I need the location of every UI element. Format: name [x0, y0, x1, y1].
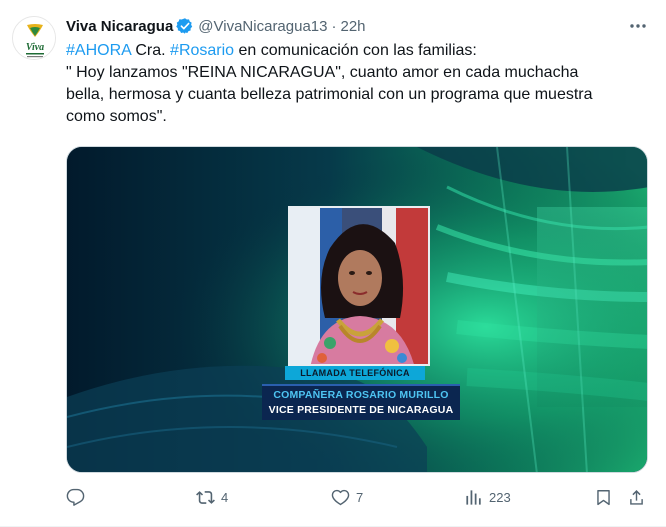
more-button[interactable] [626, 16, 650, 36]
tweet-text-line-1: #AHORA Cra. #Rosario en comunicación con… [66, 40, 650, 62]
avatar-label: Viva [25, 42, 45, 53]
reply-icon [66, 488, 85, 506]
caption-call-label: LLAMADA TELEFÓNICA [285, 366, 425, 380]
like-icon [331, 489, 350, 505]
speaker-portrait [290, 208, 428, 364]
text-fragment: en comunicación con las familias: [234, 42, 477, 59]
view-count: 223 [489, 489, 511, 505]
tweet-text-line-4: como somos". [66, 108, 167, 125]
share-icon [630, 489, 643, 505]
avatar[interactable]: Viva [12, 16, 56, 60]
retweet-button[interactable]: 4 [196, 484, 228, 510]
tweet-media[interactable]: LLAMADA TELEFÓNICA COMPAÑERA ROSARIO MUR… [66, 146, 648, 473]
reply-button[interactable] [66, 484, 91, 510]
tweet-text-line-3: bella, hermosa y cuanta belleza patrimon… [66, 86, 593, 103]
like-button[interactable]: 7 [331, 484, 363, 510]
viva-logo-icon [13, 17, 55, 59]
handle[interactable]: @VivaNicaragua13 [198, 18, 327, 35]
bookmark-button[interactable] [594, 484, 613, 510]
views-button[interactable]: 223 [464, 484, 511, 510]
separator-dot: · [331, 17, 337, 35]
verified-badge-icon [176, 18, 193, 34]
timestamp[interactable]: 22h [341, 18, 366, 35]
tweet-text: #AHORA Cra. #Rosario en comunicación con… [66, 40, 650, 128]
text-fragment: Cra. [130, 42, 171, 59]
hashtag-ahora[interactable]: #AHORA [66, 42, 131, 59]
display-name[interactable]: Viva Nicaragua [66, 18, 173, 35]
bookmark-icon [597, 489, 610, 505]
caption-speaker-title: VICE PRESIDENTE DE NICARAGUA [268, 404, 454, 416]
retweet-count: 4 [221, 489, 229, 505]
more-icon [630, 24, 646, 28]
tweet-header: Viva Nicaragua @VivaNicaragua13 · 22h [66, 16, 366, 36]
tweet-text-line-2: " Hoy lanzamos "REINA NICARAGUA", cuanto… [66, 64, 579, 81]
action-bar: 4 7 223 [66, 484, 650, 510]
like-count: 7 [356, 489, 364, 505]
caption-lower-third: COMPAÑERA ROSARIO MURILLO VICE PRESIDENT… [262, 384, 460, 420]
tweet[interactable]: Viva Viva Nicaragua @VivaNicaragua13 · 2… [0, 0, 666, 527]
share-button[interactable] [627, 484, 646, 510]
caption-speaker-name: COMPAÑERA ROSARIO MURILLO [273, 389, 449, 401]
views-icon [466, 489, 481, 505]
hashtag-rosario[interactable]: #Rosario [170, 42, 234, 59]
speaker-photo [288, 206, 430, 366]
retweet-icon [196, 490, 215, 504]
